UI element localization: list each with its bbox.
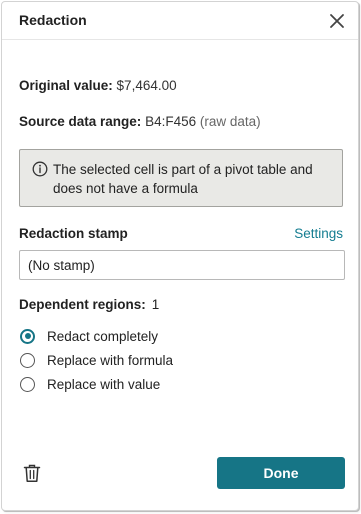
close-icon <box>330 14 344 28</box>
source-range-value: B4:F456 <box>145 114 197 129</box>
source-range-row: Source data range: B4:F456 (raw data) <box>19 114 261 129</box>
redaction-stamp-label: Redaction stamp <box>19 226 128 241</box>
source-range-label: Source data range: <box>19 114 142 129</box>
radio-button[interactable] <box>20 328 35 344</box>
panel-title: Redaction <box>19 12 87 28</box>
close-button[interactable] <box>327 11 347 31</box>
redaction-stamp-input[interactable] <box>19 250 345 280</box>
original-value: $7,464.00 <box>116 78 177 93</box>
info-icon <box>32 161 48 177</box>
source-range-note: (raw data) <box>199 114 261 129</box>
option-replace-with-value[interactable]: Replace with value <box>20 375 160 393</box>
dependent-regions-count: 1 <box>151 297 160 312</box>
trash-icon <box>23 464 41 482</box>
redaction-panel: Redaction Original value: $7,464.00 Sour… <box>1 1 359 511</box>
option-label: Replace with formula <box>47 352 174 368</box>
option-label: Replace with value <box>47 376 161 392</box>
radio-button[interactable] <box>20 376 35 392</box>
dependent-regions-label: Dependent regions: <box>19 297 146 312</box>
pivot-notice: The selected cell is part of a pivot tab… <box>19 149 343 207</box>
original-value-label: Original value: <box>19 78 113 93</box>
option-label: Redact completely <box>47 328 159 344</box>
original-value-row: Original value: $7,464.00 <box>19 78 177 93</box>
delete-button[interactable] <box>23 463 41 483</box>
done-button[interactable]: Done <box>217 457 345 489</box>
dependent-regions-row: Dependent regions: 1 <box>19 297 159 312</box>
radio-button[interactable] <box>20 352 35 368</box>
settings-link[interactable]: Settings <box>294 226 343 241</box>
option-replace-with-formula[interactable]: Replace with formula <box>20 351 173 369</box>
notice-text: The selected cell is part of a pivot tab… <box>53 162 313 196</box>
panel-header: Redaction <box>2 2 358 40</box>
option-redact-completely[interactable]: Redact completely <box>20 327 158 345</box>
